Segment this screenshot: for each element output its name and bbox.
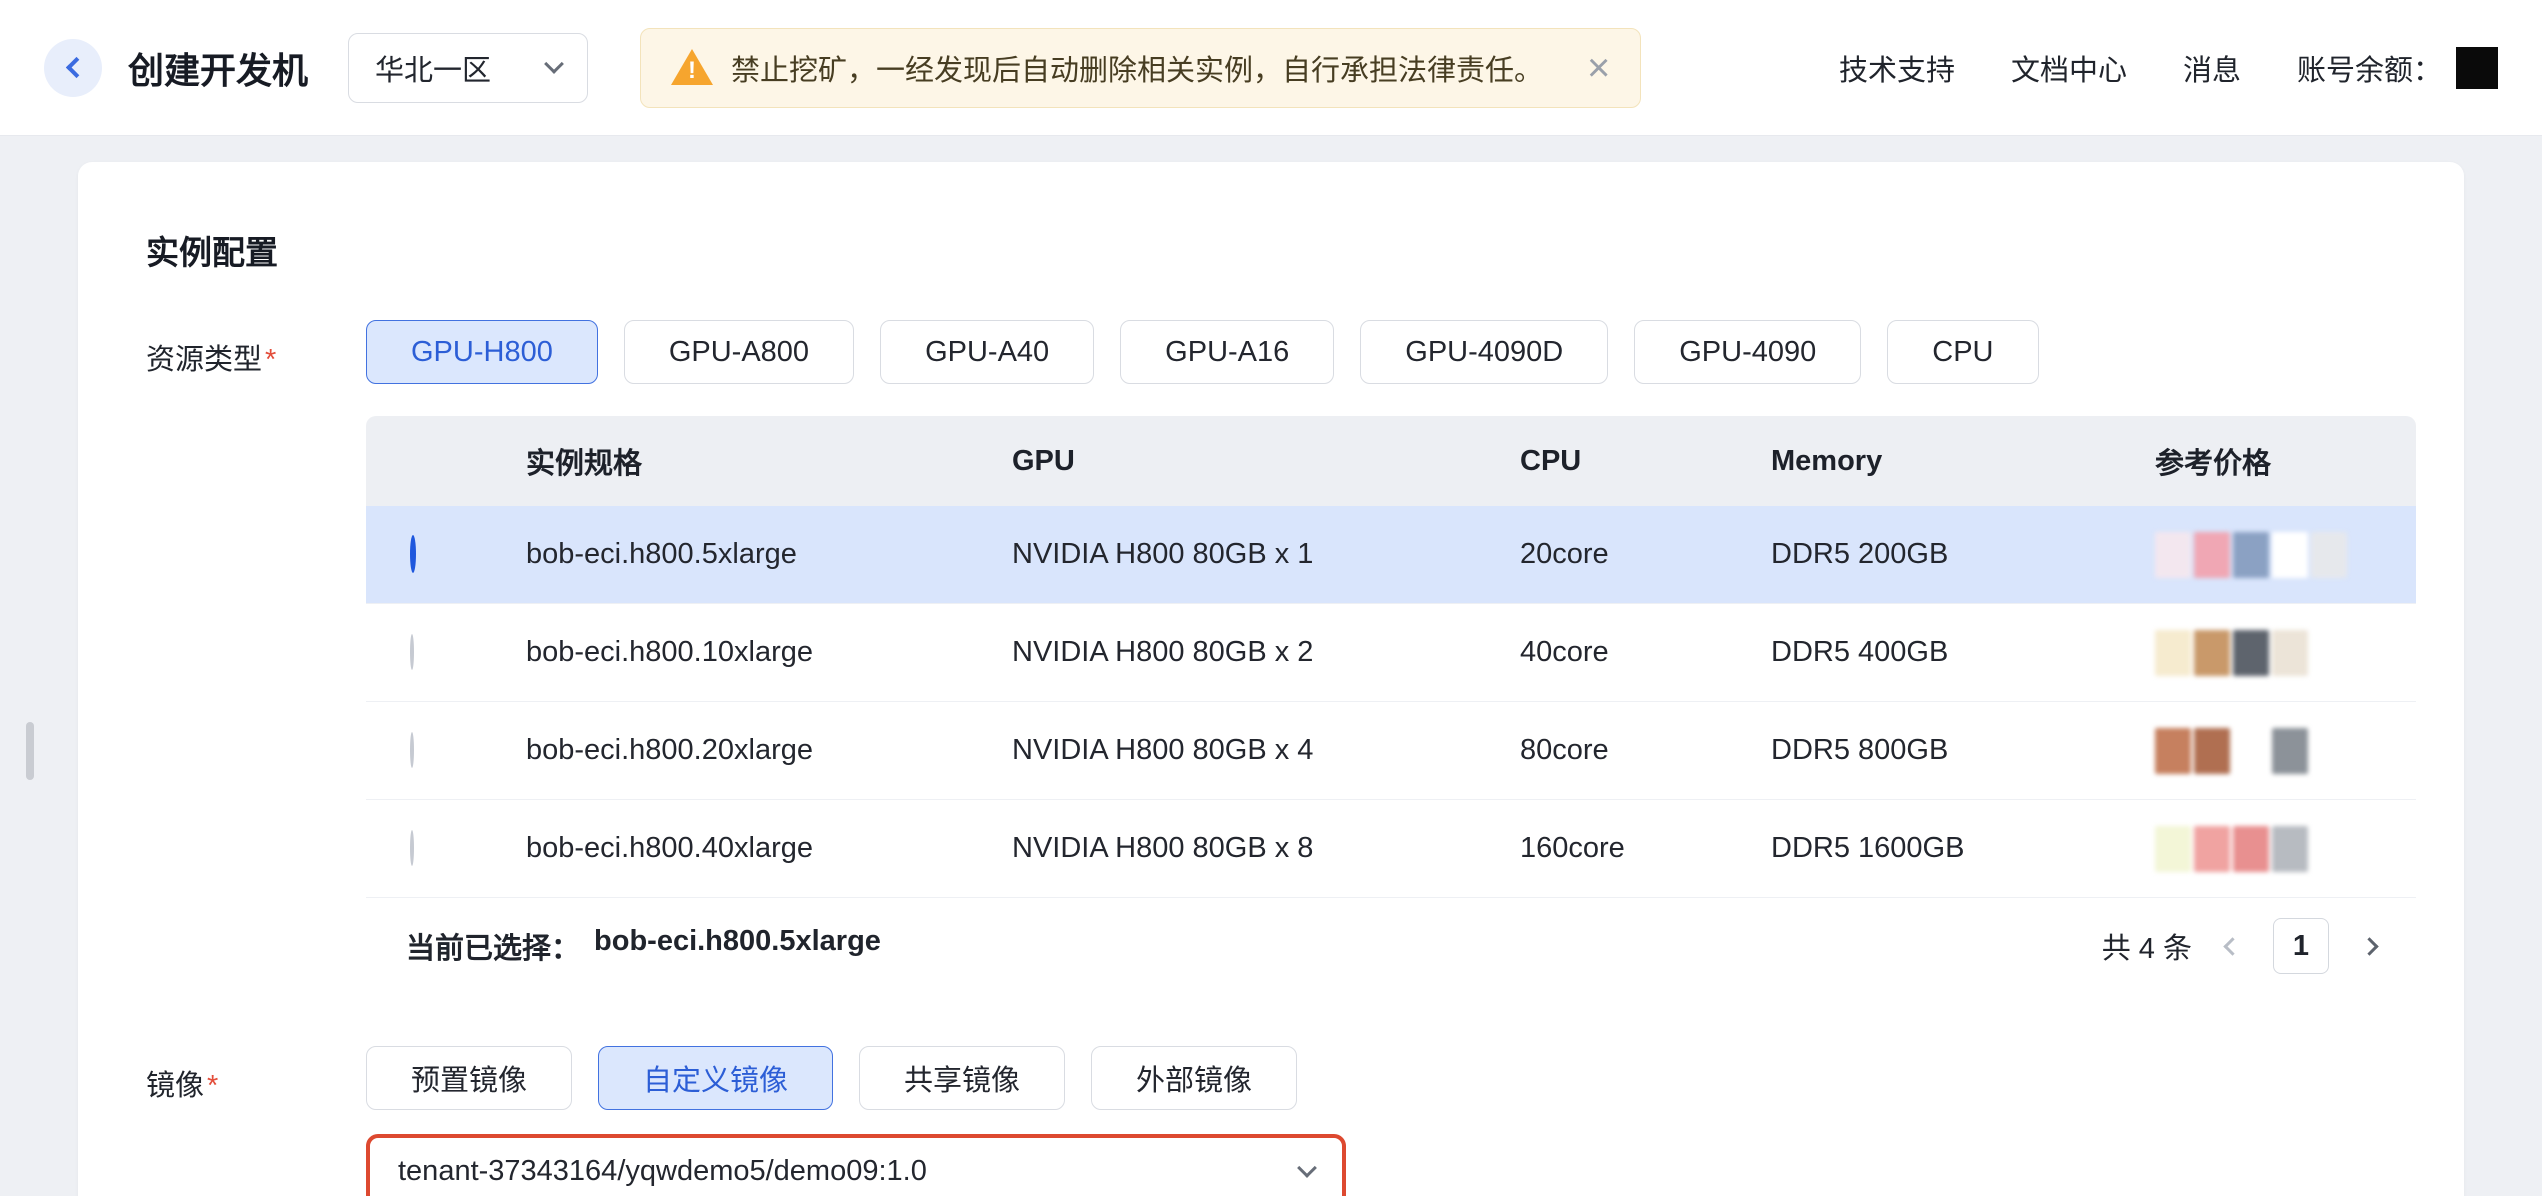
radio-unselected[interactable] (410, 634, 414, 670)
balance-masked-value (2456, 47, 2498, 89)
cell-cpu: 20core (1480, 506, 1731, 604)
radio-selected[interactable] (410, 535, 416, 573)
current-selection-value: bob-eci.h800.5xlarge (594, 925, 881, 967)
warning-banner: 禁止挖矿，一经发现后自动删除相关实例，自行承担法律责任。 × (640, 28, 1641, 108)
custom-image-select[interactable]: tenant-37343164/yqwdemo5/demo09:1.0 (366, 1134, 1346, 1196)
price-masked (2155, 826, 2416, 872)
cell-gpu: NVIDIA H800 80GB x 2 (972, 604, 1480, 702)
nav-docs-link[interactable]: 文档中心 (2011, 47, 2127, 89)
resource-option-gpu-h800[interactable]: GPU-H800 (366, 320, 598, 384)
price-masked (2155, 630, 2416, 676)
cell-memory: DDR5 400GB (1731, 604, 2115, 702)
cell-gpu: NVIDIA H800 80GB x 1 (972, 506, 1480, 604)
col-header-cpu: CPU (1480, 416, 1731, 506)
spec-row[interactable]: bob-eci.h800.40xlarge NVIDIA H800 80GB x… (366, 800, 2416, 898)
col-header-memory: Memory (1731, 416, 2115, 506)
resource-type-label: 资源类型* (146, 320, 366, 378)
radio-column-header (366, 416, 486, 506)
col-header-spec: 实例规格 (486, 416, 972, 506)
balance-label: 账号余额： (2297, 47, 2442, 89)
cell-cpu: 80core (1480, 702, 1731, 800)
col-header-price: 参考价格 (2115, 416, 2416, 506)
resource-type-row: 资源类型* GPU-H800 GPU-A800 GPU-A40 GPU-A16 … (146, 320, 2396, 994)
resource-type-label-text: 资源类型 (146, 344, 262, 376)
nav-support-link[interactable]: 技术支持 (1839, 47, 1955, 89)
cell-cpu: 40core (1480, 604, 1731, 702)
nav-messages-link[interactable]: 消息 (2183, 47, 2241, 89)
image-option-external[interactable]: 外部镜像 (1091, 1046, 1297, 1110)
section-title: 实例配置 (146, 226, 2396, 274)
spec-table-header-row: 实例规格 GPU CPU Memory 参考价格 (366, 416, 2416, 506)
price-masked (2155, 532, 2416, 578)
cell-spec: bob-eci.h800.40xlarge (486, 800, 972, 898)
cell-spec: bob-eci.h800.10xlarge (486, 604, 972, 702)
required-asterisk: * (265, 344, 276, 376)
chevron-down-icon (1297, 1158, 1317, 1178)
spec-row[interactable]: bob-eci.h800.10xlarge NVIDIA H800 80GB x… (366, 604, 2416, 702)
custom-image-select-value: tenant-37343164/yqwdemo5/demo09:1.0 (398, 1155, 927, 1188)
resource-type-options: GPU-H800 GPU-A800 GPU-A40 GPU-A16 GPU-40… (366, 320, 2416, 384)
image-content: 预置镜像 自定义镜像 共享镜像 外部镜像 tenant-37343164/yqw… (366, 1046, 1346, 1196)
warning-text: 禁止挖矿，一经发现后自动删除相关实例，自行承担法律责任。 (731, 47, 1543, 89)
cell-gpu: NVIDIA H800 80GB x 8 (972, 800, 1480, 898)
create-devmachine-page: 创建开发机 华北一区 禁止挖矿，一经发现后自动删除相关实例，自行承担法律责任。 … (0, 0, 2542, 1196)
region-select-value: 华北一区 (375, 47, 491, 89)
cell-memory: DDR5 200GB (1731, 506, 2115, 604)
main-content: 实例配置 资源类型* GPU-H800 GPU-A800 GPU-A40 GPU… (0, 136, 2542, 1196)
radio-unselected[interactable] (410, 830, 414, 866)
cell-memory: DDR5 1600GB (1731, 800, 2115, 898)
close-icon[interactable]: × (1587, 48, 1610, 88)
next-page-button[interactable] (2360, 937, 2378, 955)
prev-page-button[interactable] (2223, 937, 2241, 955)
image-option-shared[interactable]: 共享镜像 (859, 1046, 1065, 1110)
image-option-custom[interactable]: 自定义镜像 (598, 1046, 833, 1110)
spec-table-wrap: 实例规格 GPU CPU Memory 参考价格 bo (366, 416, 2416, 994)
resource-option-cpu[interactable]: CPU (1887, 320, 2038, 384)
current-selection: 当前已选择： bob-eci.h800.5xlarge (406, 925, 881, 967)
resource-option-gpu-4090[interactable]: GPU-4090 (1634, 320, 1861, 384)
radio-unselected[interactable] (410, 732, 414, 768)
cell-cpu: 160core (1480, 800, 1731, 898)
resource-option-gpu-a800[interactable]: GPU-A800 (624, 320, 854, 384)
image-option-preset[interactable]: 预置镜像 (366, 1046, 572, 1110)
page-title: 创建开发机 (128, 42, 308, 94)
spec-table: 实例规格 GPU CPU Memory 参考价格 bo (366, 416, 2416, 898)
spec-row[interactable]: bob-eci.h800.5xlarge NVIDIA H800 80GB x … (366, 506, 2416, 604)
pagination: 共 4 条 1 (2102, 918, 2376, 974)
current-selection-label: 当前已选择： (406, 925, 580, 967)
total-count: 共 4 条 (2102, 925, 2192, 967)
top-nav: 技术支持 文档中心 消息 账号余额： (1839, 47, 2498, 89)
current-page-button[interactable]: 1 (2273, 918, 2329, 974)
image-label-text: 镜像 (146, 1070, 204, 1102)
cell-spec: bob-eci.h800.20xlarge (486, 702, 972, 800)
chevron-down-icon (544, 54, 564, 74)
col-header-gpu: GPU (972, 416, 1480, 506)
spec-table-footer: 当前已选择： bob-eci.h800.5xlarge 共 4 条 1 (366, 898, 2416, 994)
account-balance: 账号余额： (2297, 47, 2498, 89)
image-row: 镜像* 预置镜像 自定义镜像 共享镜像 外部镜像 tenant-37343164… (146, 1046, 2396, 1196)
price-masked (2155, 728, 2416, 774)
scrollbar-thumb[interactable] (26, 722, 34, 780)
top-bar: 创建开发机 华北一区 禁止挖矿，一经发现后自动删除相关实例，自行承担法律责任。 … (0, 0, 2542, 136)
instance-config-card: 实例配置 资源类型* GPU-H800 GPU-A800 GPU-A40 GPU… (78, 162, 2464, 1196)
required-asterisk: * (207, 1070, 218, 1102)
image-label: 镜像* (146, 1046, 366, 1104)
resource-option-gpu-4090d[interactable]: GPU-4090D (1360, 320, 1608, 384)
region-select[interactable]: 华北一区 (348, 33, 588, 103)
cell-spec: bob-eci.h800.5xlarge (486, 506, 972, 604)
cell-gpu: NVIDIA H800 80GB x 4 (972, 702, 1480, 800)
image-type-options: 预置镜像 自定义镜像 共享镜像 外部镜像 (366, 1046, 1346, 1110)
spec-row[interactable]: bob-eci.h800.20xlarge NVIDIA H800 80GB x… (366, 702, 2416, 800)
back-button[interactable] (44, 39, 102, 97)
chevron-left-icon (65, 57, 86, 78)
resource-option-gpu-a16[interactable]: GPU-A16 (1120, 320, 1334, 384)
resource-option-gpu-a40[interactable]: GPU-A40 (880, 320, 1094, 384)
cell-memory: DDR5 800GB (1731, 702, 2115, 800)
warning-icon (671, 49, 713, 87)
resource-type-content: GPU-H800 GPU-A800 GPU-A40 GPU-A16 GPU-40… (366, 320, 2416, 994)
